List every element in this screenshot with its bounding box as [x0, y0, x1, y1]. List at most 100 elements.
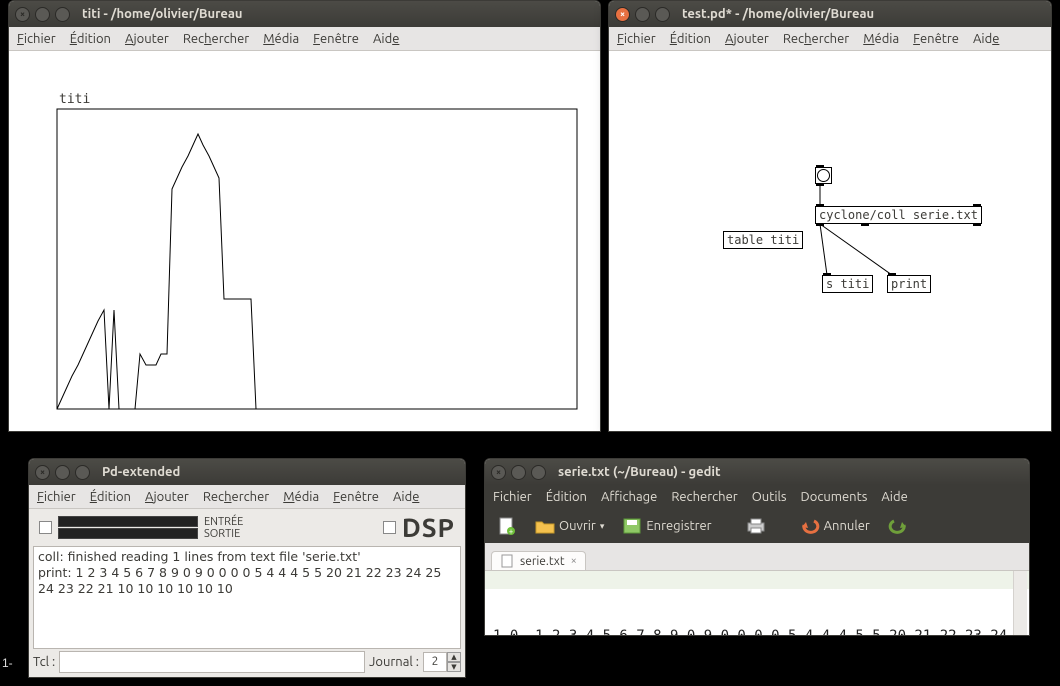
redo-button[interactable]	[882, 513, 914, 539]
tab-close-icon[interactable]: ×	[571, 555, 577, 567]
gedit-tabbar: serie.txt ×	[485, 543, 1029, 571]
menu-fichier[interactable]: Fichier	[17, 32, 56, 46]
menu-edition[interactable]: Édition	[546, 490, 587, 504]
window-pdextended: × Pd-extended Fichier Édition Ajouter Re…	[28, 458, 466, 678]
menu-edition[interactable]: Édition	[90, 490, 131, 504]
pd-canvas-titi[interactable]: titi	[9, 51, 600, 431]
save-icon	[622, 516, 642, 536]
titlebar-testpd[interactable]: × test.pd* - /home/olivier/Bureau	[609, 1, 1051, 27]
pd-bang[interactable]	[815, 167, 832, 184]
pd-object-text: print	[891, 277, 927, 291]
titlebar-gedit[interactable]: × serie.txt (~/Bureau) - gedit	[485, 459, 1029, 485]
menu-fichier[interactable]: Fichier	[37, 490, 76, 504]
undo-label: Annuler	[824, 519, 870, 533]
pd-object-send[interactable]: s titi	[822, 275, 873, 293]
menu-ajouter[interactable]: Ajouter	[125, 32, 169, 46]
close-icon[interactable]: ×	[615, 7, 630, 22]
pd-console-log[interactable]: coll: finished reading 1 lines from text…	[33, 546, 461, 649]
current-line-highlight	[485, 571, 1029, 589]
minimize-icon[interactable]	[635, 7, 650, 22]
pd-object-text: cyclone/coll serie.txt	[819, 208, 978, 222]
maximize-icon[interactable]	[531, 465, 546, 480]
menu-fenetre[interactable]: Fenêtre	[313, 32, 359, 46]
maximize-icon[interactable]	[75, 465, 90, 480]
pd-object-text: s titi	[826, 277, 869, 291]
minimize-icon[interactable]	[55, 465, 70, 480]
checkbox-dsp[interactable]	[383, 521, 396, 534]
maximize-icon[interactable]	[655, 7, 670, 22]
pd-object-text: table titi	[727, 233, 799, 247]
undo-button[interactable]: Annuler	[794, 513, 876, 539]
close-icon[interactable]: ×	[35, 465, 50, 480]
titlebar-pdext[interactable]: × Pd-extended	[29, 459, 465, 485]
menubar-gedit: Fichier Édition Affichage Rechercher Out…	[485, 485, 1029, 509]
menu-rechercher[interactable]: Rechercher	[671, 490, 737, 504]
menu-rechercher[interactable]: Rechercher	[203, 490, 269, 504]
menu-media[interactable]: Média	[863, 32, 899, 46]
redo-icon	[888, 516, 908, 536]
menu-rechercher[interactable]: Rechercher	[183, 32, 249, 46]
menu-fenetre[interactable]: Fenêtre	[913, 32, 959, 46]
maximize-icon[interactable]	[55, 7, 70, 22]
menu-outils[interactable]: Outils	[752, 490, 787, 504]
menu-edition[interactable]: Édition	[670, 32, 711, 46]
array-graph	[9, 51, 600, 431]
spin-down-icon[interactable]: ▼	[447, 662, 461, 672]
menubar-pdext: Fichier Édition Ajouter Rechercher Média…	[29, 485, 465, 509]
spin-up-icon[interactable]: ▲	[447, 652, 461, 662]
print-button[interactable]	[740, 513, 772, 539]
file-icon	[500, 554, 514, 568]
menu-fenetre[interactable]: Fenêtre	[333, 490, 379, 504]
minimize-icon[interactable]	[511, 465, 526, 480]
close-icon[interactable]: ×	[491, 465, 506, 480]
menu-aide[interactable]: Aide	[881, 490, 907, 504]
open-label: Ouvrir	[559, 519, 596, 533]
window-gedit: × serie.txt (~/Bureau) - gedit Fichier É…	[484, 458, 1030, 636]
menu-ajouter[interactable]: Ajouter	[725, 32, 769, 46]
menu-aide[interactable]: Aide	[373, 32, 399, 46]
menu-fichier[interactable]: Fichier	[493, 490, 532, 504]
menubar-testpd: Fichier Édition Ajouter Rechercher Média…	[609, 27, 1051, 51]
undo-icon	[800, 516, 820, 536]
tab-serie[interactable]: serie.txt ×	[491, 551, 586, 570]
save-button[interactable]: Enregistrer	[616, 513, 717, 539]
menu-affichage[interactable]: Affichage	[601, 490, 657, 504]
menu-edition[interactable]: Édition	[70, 32, 111, 46]
journal-value[interactable]: 2	[423, 652, 447, 672]
svg-text:+: +	[509, 527, 514, 536]
minimize-icon[interactable]	[35, 7, 50, 22]
menu-ajouter[interactable]: Ajouter	[145, 490, 189, 504]
titlebar-titi[interactable]: × titi - /home/olivier/Bureau	[9, 1, 600, 27]
pdext-body: ENTRÉE SORTIE DSP coll: finished reading…	[29, 509, 465, 677]
menu-aide[interactable]: Aide	[973, 32, 999, 46]
window-title: titi - /home/olivier/Bureau	[82, 7, 243, 21]
menu-fichier[interactable]: Fichier	[617, 32, 656, 46]
printer-icon	[746, 516, 766, 536]
tab-label: serie.txt	[520, 555, 565, 568]
menu-media[interactable]: Média	[283, 490, 319, 504]
toolbar-gedit: + Ouvrir ▾ Enregistrer Annu	[485, 509, 1029, 543]
pd-object-table[interactable]: table titi	[723, 231, 803, 249]
editor-text: 1 0, 1 2 3 4 5 6 7 8 9 0 9 0 0 0 0 5 4 4…	[493, 627, 1021, 636]
meter-out	[58, 528, 198, 539]
label-journal: Journal :	[369, 655, 419, 669]
folder-open-icon	[535, 516, 555, 536]
tcl-input[interactable]	[59, 651, 365, 673]
pd-object-coll[interactable]: cyclone/coll serie.txt	[815, 206, 982, 224]
open-button[interactable]: Ouvrir ▾	[529, 513, 610, 539]
window-title: serie.txt (~/Bureau) - gedit	[558, 465, 721, 479]
window-title: test.pd* - /home/olivier/Bureau	[682, 7, 874, 21]
pd-object-print[interactable]: print	[887, 275, 931, 293]
menu-documents[interactable]: Documents	[801, 490, 868, 504]
close-icon[interactable]: ×	[15, 7, 30, 22]
log-line: coll: finished reading 1 lines from text…	[38, 549, 361, 564]
menu-rechercher[interactable]: Rechercher	[783, 32, 849, 46]
desktop-fragment: 1-	[2, 656, 13, 670]
pd-canvas-test[interactable]: cyclone/coll serie.txt table titi s titi…	[609, 51, 1051, 431]
new-doc-button[interactable]: +	[491, 513, 523, 539]
checkbox-input-meter[interactable]	[39, 521, 52, 534]
menu-media[interactable]: Média	[263, 32, 299, 46]
menu-aide[interactable]: Aide	[393, 490, 419, 504]
gedit-editor[interactable]: 1 0, 1 2 3 4 5 6 7 8 9 0 9 0 0 0 0 5 4 4…	[485, 571, 1029, 636]
window-testpd: × test.pd* - /home/olivier/Bureau Fichie…	[608, 0, 1052, 432]
